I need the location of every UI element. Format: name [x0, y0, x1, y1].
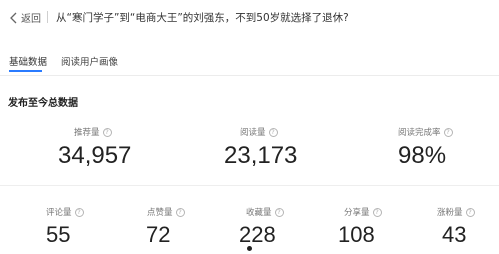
favorite-count-label: 收藏量 ?	[246, 206, 284, 218]
help-icon[interactable]: ?	[102, 127, 112, 137]
tab-basic-data[interactable]: 基础数据	[9, 54, 47, 68]
help-icon[interactable]: ?	[74, 207, 84, 217]
tab-reader-profile[interactable]: 阅读用户画像	[61, 54, 118, 68]
help-icon[interactable]: ?	[268, 127, 278, 137]
recommend-count-value: 34,957	[58, 142, 132, 169]
comment-count-value: 55	[46, 222, 71, 247]
article-title: 从“寒门学子”到“电商大王”的刘强东，不到50岁就选择了退休?	[56, 12, 349, 24]
tab-bar: 基础数据 阅读用户画像	[0, 54, 499, 76]
help-icon[interactable]: ?	[274, 207, 284, 217]
completion-rate-value: 98%	[398, 142, 447, 169]
read-count-value: 23,173	[224, 142, 298, 169]
tabs-divider	[0, 75, 499, 76]
back-button[interactable]: 返回	[8, 10, 41, 25]
help-icon[interactable]: ?	[372, 207, 382, 217]
back-label: 返回	[21, 14, 41, 25]
help-icon[interactable]: ?	[465, 207, 475, 217]
chevron-left-icon	[10, 12, 17, 23]
recommend-count-label: 推荐量 ?	[74, 126, 112, 138]
follower-gain-value: 43	[442, 222, 467, 247]
section-divider	[0, 185, 499, 186]
share-count-value: 108	[338, 222, 375, 247]
cursor-dot	[247, 246, 252, 251]
follower-gain-label: 涨粉量 ?	[437, 206, 475, 218]
comment-count-label: 评论量 ?	[46, 206, 84, 218]
help-icon[interactable]: ?	[443, 127, 453, 137]
section-title: 发布至今总数据	[8, 98, 78, 109]
like-count-value: 72	[146, 222, 171, 247]
share-count-label: 分享量 ?	[344, 206, 382, 218]
active-tab-indicator	[9, 70, 42, 72]
read-count-label: 阅读量 ?	[240, 126, 278, 138]
help-icon[interactable]: ?	[175, 207, 185, 217]
page-header: 返回 从“寒门学子”到“电商大王”的刘强东，不到50岁就选择了退休?	[0, 0, 499, 36]
completion-rate-label: 阅读完成率 ?	[398, 126, 453, 138]
like-count-label: 点赞量 ?	[147, 206, 185, 218]
header-divider	[47, 11, 48, 23]
favorite-count-value: 228	[239, 222, 276, 247]
